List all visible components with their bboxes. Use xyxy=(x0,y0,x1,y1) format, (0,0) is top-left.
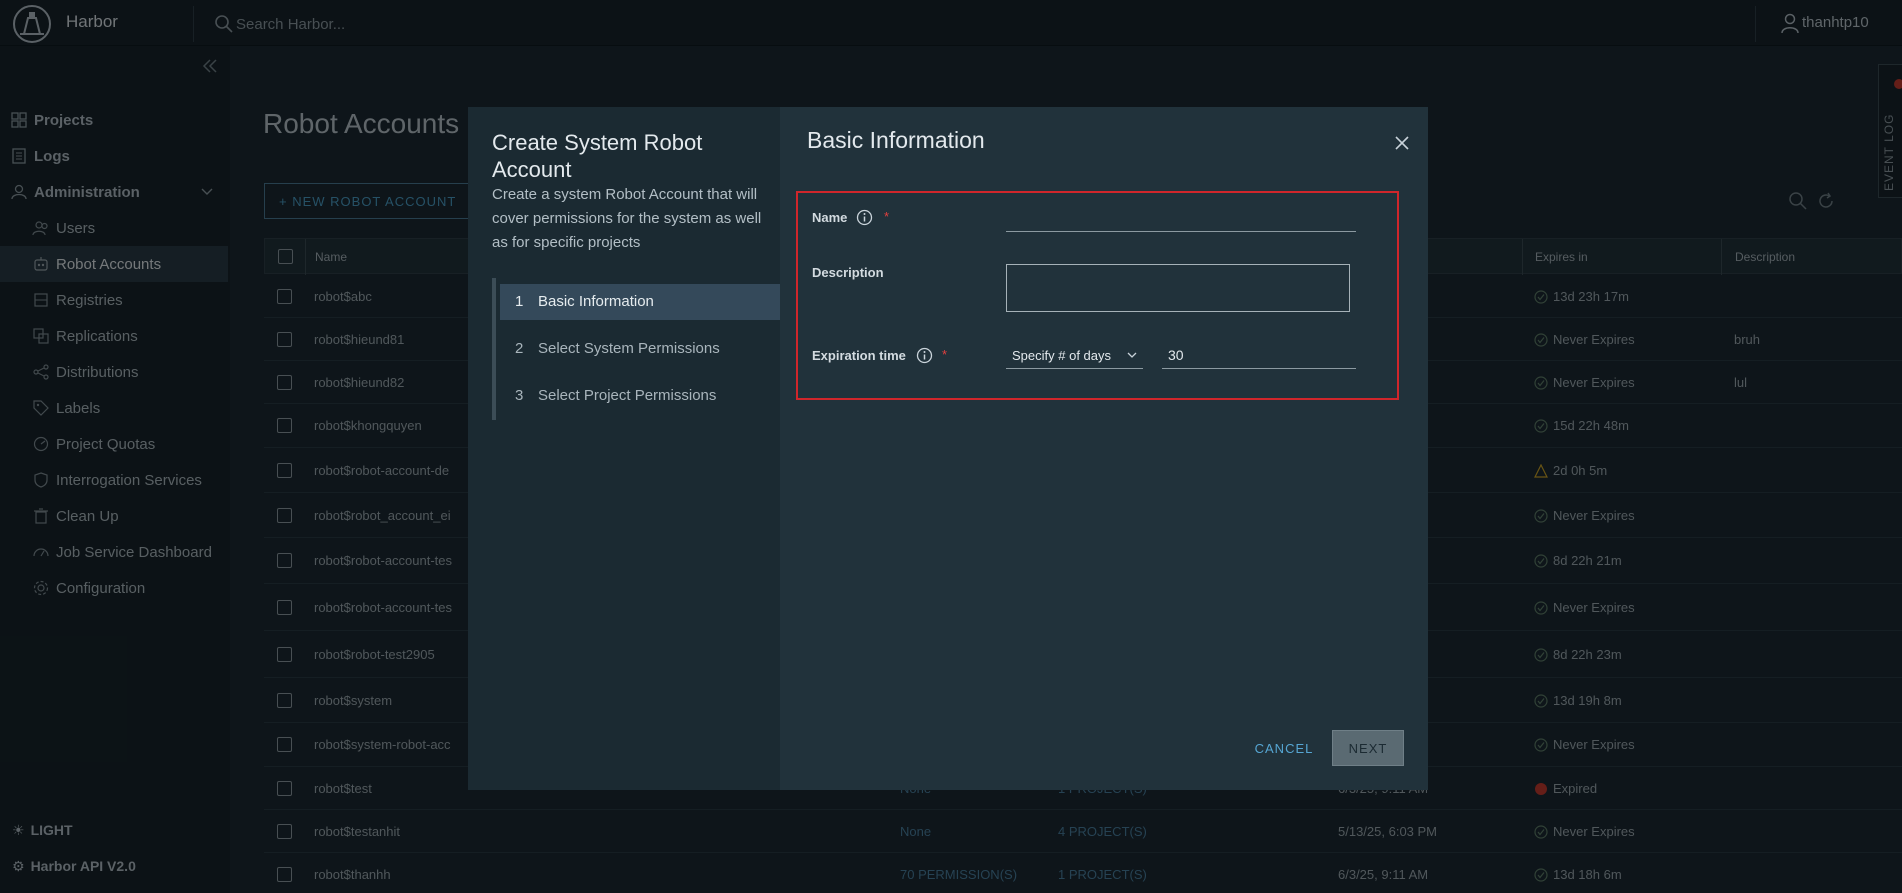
step-number: 3 xyxy=(515,387,524,404)
info-icon[interactable] xyxy=(916,347,933,364)
wizard-step-project-permissions[interactable]: 3 Select Project Permissions xyxy=(500,378,780,414)
steps-track xyxy=(492,278,496,420)
step-label: Select System Permissions xyxy=(538,340,720,357)
expiration-days-input[interactable] xyxy=(1162,341,1356,369)
required-marker: * xyxy=(942,347,948,362)
step-label: Basic Information xyxy=(538,293,654,310)
expiration-label: Expiration time xyxy=(812,348,906,363)
description-label: Description xyxy=(812,265,884,280)
description-input[interactable] xyxy=(1006,264,1350,312)
section-title: Basic Information xyxy=(807,127,985,153)
wizard-step-system-permissions[interactable]: 2 Select System Permissions xyxy=(500,331,780,367)
info-icon[interactable] xyxy=(856,209,873,226)
chevron-down-icon xyxy=(1127,352,1137,358)
expiration-type-value: Specify # of days xyxy=(1012,348,1111,363)
modal-title: Create System Robot Account xyxy=(492,130,703,182)
step-number: 2 xyxy=(515,340,524,357)
next-button[interactable]: NEXT xyxy=(1332,730,1404,766)
create-robot-modal: Create System Robot Account Create a sys… xyxy=(468,107,1428,790)
step-number: 1 xyxy=(515,293,524,310)
step-label: Select Project Permissions xyxy=(538,387,717,404)
name-label: Name xyxy=(812,210,848,225)
expiration-type-select[interactable]: Specify # of days xyxy=(1006,341,1143,369)
close-icon[interactable] xyxy=(1392,133,1412,153)
required-marker: * xyxy=(884,209,890,224)
name-input[interactable] xyxy=(1006,202,1356,232)
wizard-sidebar: Create System Robot Account Create a sys… xyxy=(468,107,780,790)
cancel-button[interactable]: CANCEL xyxy=(1244,730,1324,766)
modal-description: Create a system Robot Account that will … xyxy=(492,186,762,251)
wizard-step-basic-information[interactable]: 1 Basic Information xyxy=(500,284,780,320)
basic-information-form: Name * Description Expiration time * Spe… xyxy=(796,191,1399,400)
